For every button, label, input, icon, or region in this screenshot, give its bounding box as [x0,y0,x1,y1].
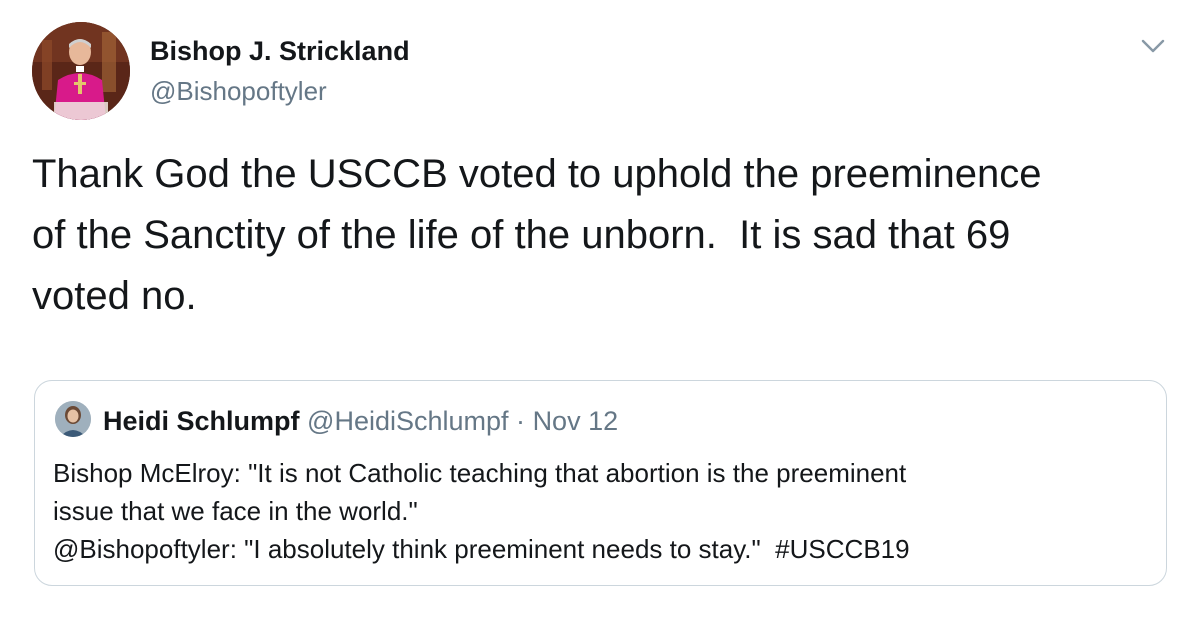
profile-photo [32,22,130,120]
quoted-tweet-date[interactable]: Nov 12 [533,406,619,436]
separator-dot: · [516,406,526,436]
author-avatar[interactable] [32,22,130,120]
quoted-text-line: @Bishopoftyler: "I absolutely think pree… [53,534,910,564]
quoted-author-name[interactable]: Heidi Schlumpf [103,406,300,436]
author-handle[interactable]: @Bishopoftyler [150,76,327,107]
quoted-tweet[interactable]: Heidi Schlumpf @HeidiSchlumpf · Nov 12 B… [34,380,1167,586]
quoted-text-line: Bishop McElroy: "It is not Catholic teac… [53,458,907,488]
quoted-text-line: issue that we face in the world." [53,496,418,526]
quoted-tweet-header: Heidi Schlumpf @HeidiSchlumpf · Nov 12 [103,405,618,437]
quoted-author-avatar[interactable] [55,401,91,437]
quoted-author-handle[interactable]: @HeidiSchlumpf [307,406,509,436]
author-name[interactable]: Bishop J. Strickland [150,36,410,67]
tweet-card: Bishop J. Strickland @Bishopoftyler Than… [0,0,1200,626]
chevron-down-icon[interactable] [1140,36,1166,56]
profile-photo [55,401,91,437]
tweet-text: Thank God the USCCB voted to uphold the … [32,152,1042,318]
quoted-tweet-text: Bishop McElroy: "It is not Catholic teac… [53,454,1143,568]
